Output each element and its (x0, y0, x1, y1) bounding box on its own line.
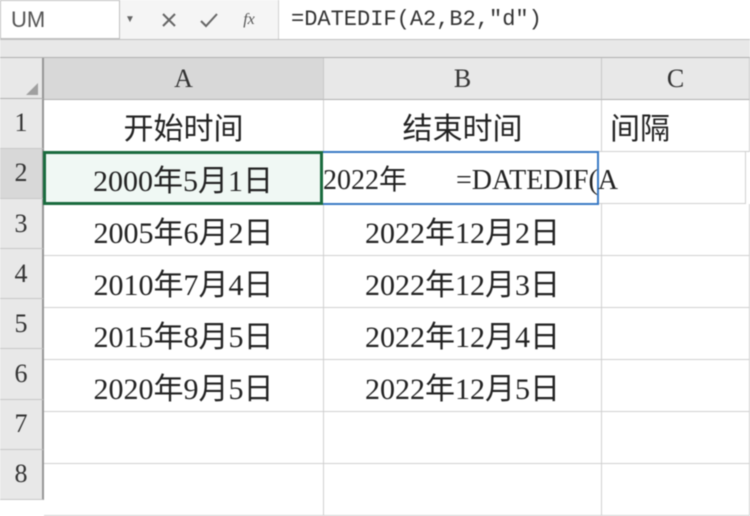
cell-B7[interactable] (324, 412, 602, 464)
cell-B6[interactable]: 2022年12月5日 (324, 360, 602, 412)
table-row (44, 412, 750, 464)
cell-C2-formula-overflow: =DATEDIF(A (456, 165, 618, 196)
table-row: 2020年9月5日 2022年12月5日 (44, 360, 750, 412)
select-all-corner[interactable] (0, 58, 44, 99)
cell-C7[interactable] (602, 412, 750, 464)
row-header-2[interactable]: 2 (0, 149, 44, 199)
column-headers-row: A B C (44, 58, 750, 100)
cell-C4[interactable] (602, 256, 750, 308)
cell-A7[interactable] (44, 412, 324, 464)
col-header-A[interactable]: A (44, 58, 324, 100)
cell-B2-value: 2022年 (323, 165, 407, 196)
table-row: 2010年7月4日 2022年12月3日 (44, 256, 750, 308)
row-header-4[interactable]: 4 (0, 249, 44, 299)
spreadsheet-grid: 1 2 3 4 5 6 7 8 A B C 开始时间 结束时间 间隔 2000年… (0, 58, 750, 500)
fx-icon[interactable]: fx (238, 9, 260, 31)
cell-C2[interactable] (598, 152, 746, 204)
row-header-7[interactable]: 7 (0, 400, 44, 450)
cell-A4[interactable]: 2010年7月4日 (44, 256, 324, 308)
cell-B2-overflow-text: 2022年 =DATEDIF(A (323, 158, 618, 198)
cell-C6[interactable] (602, 360, 750, 412)
table-row: 2015年8月5日 2022年12月4日 (44, 308, 750, 360)
row-headers-column: 1 2 3 4 5 6 7 8 (0, 58, 44, 500)
cell-B2[interactable]: 2022年 =DATEDIF(A (321, 151, 599, 205)
col-header-C[interactable]: C (602, 58, 750, 100)
row-header-3[interactable]: 3 (0, 199, 44, 249)
cell-B4[interactable]: 2022年12月3日 (324, 256, 602, 308)
row-header-8[interactable]: 8 (0, 450, 44, 500)
cell-C8[interactable] (602, 464, 750, 516)
cell-A6[interactable]: 2020年9月5日 (44, 360, 324, 412)
cell-B1[interactable]: 结束时间 (324, 100, 602, 152)
cell-B3[interactable]: 2022年12月2日 (324, 204, 602, 256)
formula-bar-buttons: fx (140, 0, 279, 39)
cell-C3[interactable] (602, 204, 750, 256)
row-header-5[interactable]: 5 (0, 299, 44, 349)
name-box-dropdown-icon[interactable]: ▼ (120, 0, 140, 39)
formula-bar: UM ▼ fx =DATEDIF(A2,B2,"d") (0, 0, 750, 40)
enter-icon[interactable] (198, 9, 220, 31)
table-row: 开始时间 结束时间 间隔 (44, 100, 750, 152)
cell-C5[interactable] (602, 308, 750, 360)
col-header-B[interactable]: B (324, 58, 602, 100)
data-rows: 开始时间 结束时间 间隔 2000年5月1日 2022年 =DATEDIF(A … (44, 100, 750, 516)
ribbon-divider (0, 40, 750, 58)
cell-B8[interactable] (324, 464, 602, 516)
cell-B5[interactable]: 2022年12月4日 (324, 308, 602, 360)
table-row (44, 464, 750, 516)
table-row: 2005年6月2日 2022年12月2日 (44, 204, 750, 256)
row-header-1[interactable]: 1 (0, 99, 44, 149)
name-box[interactable]: UM (0, 0, 120, 39)
cancel-icon[interactable] (158, 9, 180, 31)
cell-A1[interactable]: 开始时间 (44, 100, 324, 152)
cell-A5[interactable]: 2015年8月5日 (44, 308, 324, 360)
table-row: 2000年5月1日 2022年 =DATEDIF(A (44, 152, 750, 204)
columns-area: A B C 开始时间 结束时间 间隔 2000年5月1日 2022年 =DATE… (44, 58, 750, 500)
cell-A2[interactable]: 2000年5月1日 (43, 151, 323, 205)
formula-input[interactable]: =DATEDIF(A2,B2,"d") (279, 0, 750, 39)
cell-A8[interactable] (44, 464, 324, 516)
cell-C1[interactable]: 间隔 (602, 100, 750, 152)
row-header-6[interactable]: 6 (0, 349, 44, 399)
cell-A3[interactable]: 2005年6月2日 (44, 204, 324, 256)
